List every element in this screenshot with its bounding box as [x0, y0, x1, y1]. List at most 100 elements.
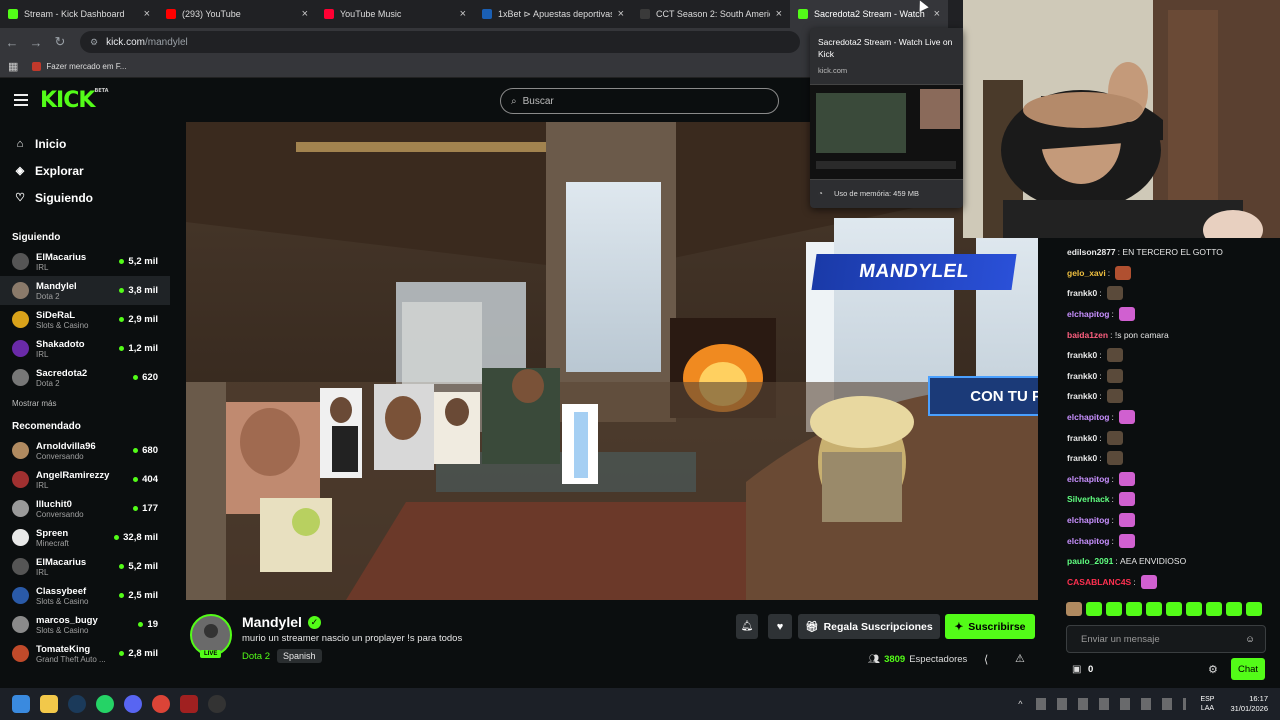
sidebar-channel[interactable]: TomateKing Grand Theft Auto ... 2,8 mil [0, 639, 170, 668]
streamer-name[interactable]: Mandylel [242, 614, 302, 630]
whatsapp-icon[interactable] [96, 695, 114, 713]
sidebar-channel[interactable]: SiDeRaL Slots & Casino 2,9 mil [0, 305, 170, 334]
emote-icon[interactable] [1126, 602, 1142, 616]
emoji-icon[interactable]: ☺ [1245, 634, 1255, 645]
sidebar-channel[interactable]: AngelRamirezzy IRL 404 [0, 465, 170, 494]
chat-username[interactable]: frankk0 [1067, 288, 1097, 298]
sidebar-nav-explorar[interactable]: ◈ Explorar [0, 157, 170, 184]
chat-username[interactable]: Silverhack [1067, 494, 1110, 504]
sidebar-nav-inicio[interactable]: ⌂ Inicio [0, 130, 170, 157]
emote-icon[interactable] [1186, 602, 1202, 616]
clock-time[interactable]: 16:17 [1249, 694, 1268, 704]
channel-viewers: 2,9 mil [119, 314, 158, 325]
sidebar-channel[interactable]: Mandylel Dota 2 3,8 mil [0, 276, 170, 305]
url-field[interactable]: ⚙ kick.com/mandylel [80, 31, 800, 53]
reload-icon[interactable]: ↻ [48, 34, 72, 50]
apps-grid-icon[interactable]: ▦ [8, 60, 18, 73]
subscribe-button[interactable]: ✦ Suscribirse [945, 614, 1035, 639]
emote-icon[interactable] [1206, 602, 1222, 616]
chat-username[interactable]: baida1zen [1067, 330, 1108, 340]
tab-close-icon[interactable]: × [144, 8, 150, 20]
windows-taskbar: ^ ESP LAA 16:17 31/01/2026 [0, 688, 1280, 720]
forward-icon[interactable]: → [24, 35, 48, 50]
chat-input[interactable]: Enviar un mensaje ☺ [1066, 625, 1266, 653]
chat-username[interactable]: elchapitog [1067, 412, 1110, 422]
emote-icon[interactable] [1146, 602, 1162, 616]
chat-input-placeholder: Enviar un mensaje [1081, 633, 1160, 645]
points-icon[interactable]: ▣ [1072, 664, 1081, 675]
tray-expand-icon[interactable]: ^ [1018, 699, 1022, 709]
chat-username[interactable]: edilson2877 [1067, 247, 1116, 257]
obs-icon[interactable] [208, 695, 226, 713]
discord-icon[interactable] [124, 695, 142, 713]
chat-username[interactable]: frankk0 [1067, 371, 1097, 381]
tab-close-icon[interactable]: × [302, 8, 308, 20]
sidebar-channel[interactable]: ElMacarius IRL 5,2 mil [0, 247, 170, 276]
tab-close-icon[interactable]: × [618, 8, 624, 20]
show-more-link[interactable]: Mostrar más [0, 392, 170, 414]
start-icon[interactable] [12, 695, 30, 713]
chat-username[interactable]: frankk0 [1067, 391, 1097, 401]
chat-username[interactable]: CASABLANC4S [1067, 577, 1131, 587]
emote-icon[interactable] [1086, 602, 1102, 616]
channel-name: AngelRamirezzy [36, 469, 110, 481]
input-language[interactable]: ESP [1200, 695, 1214, 704]
category-link[interactable]: Dota 2 [242, 651, 270, 662]
chat-username[interactable]: elchapitog [1067, 474, 1110, 484]
kick-logo[interactable]: KICKBETA [40, 88, 109, 113]
browser-tab[interactable]: YouTube Music × [316, 0, 474, 28]
sidebar-channel[interactable]: Shakadoto IRL 1,2 mil [0, 334, 170, 363]
tab-close-icon[interactable]: × [460, 8, 466, 20]
sidebar-channel[interactable]: marcos_bugy Slots & Casino 19 [0, 610, 170, 639]
chat-emote-icon [1106, 389, 1123, 404]
gift-subs-button[interactable]: 🎁︎ Regala Suscripciones [798, 614, 940, 639]
chat-colon: : [1107, 267, 1113, 278]
sidebar-channel[interactable]: Illuchit0 Conversando 177 [0, 494, 170, 523]
site-info-icon[interactable]: ⚙ [90, 37, 98, 48]
chat-username[interactable]: paulo_2091 [1067, 556, 1113, 566]
search-input[interactable]: ⌕ Buscar [500, 88, 779, 114]
follow-heart-button[interactable]: ♥ [768, 614, 792, 639]
steam-icon[interactable] [68, 695, 86, 713]
browser-tab[interactable]: CCT Season 2: South America S × [632, 0, 790, 28]
channel-viewers: 5,2 mil [119, 256, 158, 267]
chat-username[interactable]: gelo_xavi [1067, 268, 1106, 278]
chat-username[interactable]: frankk0 [1067, 453, 1097, 463]
language-tag[interactable]: Spanish [277, 649, 322, 663]
browser-tab[interactable]: (293) YouTube × [158, 0, 316, 28]
browser-tab[interactable]: 1xBet ⊳ Apuestas deportivas o × [474, 0, 632, 28]
sidebar-channel[interactable]: Spreen Minecraft 32,8 mil [0, 523, 170, 552]
share-icon[interactable]: ⟨ [984, 653, 988, 666]
emote-icon[interactable] [1226, 602, 1242, 616]
report-icon[interactable]: ⚠ [1015, 652, 1025, 665]
channel-name: Spreen [36, 527, 69, 539]
chat-username[interactable]: frankk0 [1067, 433, 1097, 443]
bookmark-item[interactable]: Fazer mercado em F... [46, 62, 126, 71]
chat-username[interactable]: elchapitog [1067, 309, 1110, 319]
chat-username[interactable]: elchapitog [1067, 515, 1110, 525]
sidebar-channel[interactable]: ElMacarius IRL 5,2 mil [0, 552, 170, 581]
emote-icon[interactable] [1166, 602, 1182, 616]
menu-icon[interactable] [14, 94, 28, 106]
emote-icon[interactable] [1066, 602, 1082, 616]
sidebar-nav-siguiendo[interactable]: ♡ Siguiendo [0, 184, 170, 211]
chat-username[interactable]: elchapitog [1067, 536, 1110, 546]
emote-icon[interactable] [1246, 602, 1262, 616]
chat-send-button[interactable]: Chat [1231, 658, 1265, 680]
subscribe-label: Suscribirse [968, 620, 1026, 633]
notification-bell-button[interactable]: 🔔︎ [736, 614, 758, 639]
sidebar-channel[interactable]: Arnoldvilla96 Conversando 680 [0, 436, 170, 465]
sidebar-channel[interactable]: Sacredota2 Dota 2 620 [0, 363, 170, 392]
sidebar-channel[interactable]: Classybeef Slots & Casino 2,5 mil [0, 581, 170, 610]
chat-username[interactable]: frankk0 [1067, 350, 1097, 360]
emote-icon[interactable] [1106, 602, 1122, 616]
chrome-icon[interactable] [152, 695, 170, 713]
tab-close-icon[interactable]: × [934, 8, 940, 20]
chat-settings-icon[interactable]: ⚙ [1208, 663, 1218, 676]
back-icon[interactable]: ← [0, 35, 24, 50]
tray-icons[interactable] [1036, 698, 1187, 710]
tab-close-icon[interactable]: × [776, 8, 782, 20]
file-explorer-icon[interactable] [40, 695, 58, 713]
dota-icon[interactable] [180, 695, 198, 713]
browser-tab[interactable]: Stream - Kick Dashboard × [0, 0, 158, 28]
